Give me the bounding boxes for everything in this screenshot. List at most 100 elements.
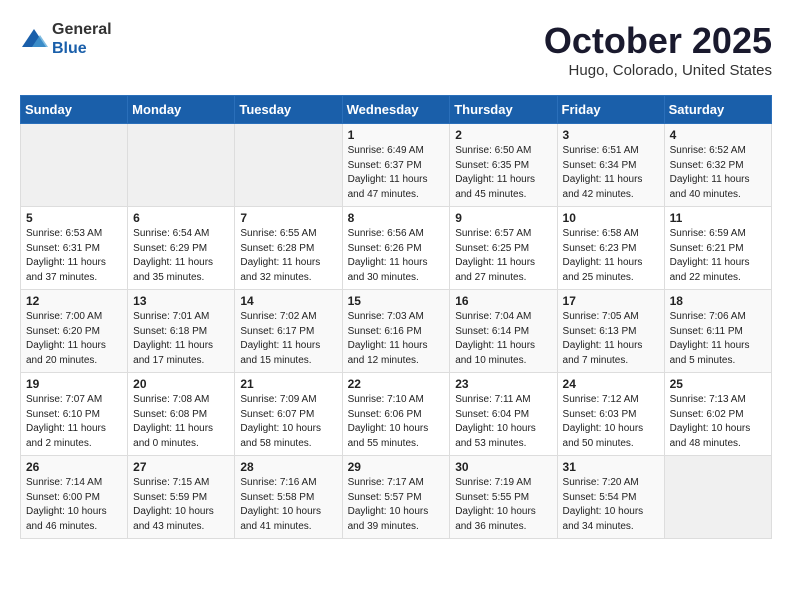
calendar-cell: 27 Sunrise: 7:15 AM Sunset: 5:59 PM Dayli… [128, 456, 235, 539]
logo-blue-text: Blue [52, 40, 87, 57]
day-info: Sunrise: 6:57 AM Sunset: 6:25 PM Dayligh… [455, 227, 551, 285]
calendar-cell: 20 Sunrise: 7:08 AM Sunset: 6:08 PM Dayli… [128, 373, 235, 456]
day-number: 21 [240, 377, 336, 391]
calendar-cell: 3Sunrise: 6:51 AM Sunset: 6:34 PM Daylig… [557, 124, 664, 207]
day-number: 20 [133, 377, 229, 391]
calendar-cell: 5Sunrise: 6:53 AM Sunset: 6:31 PM Daylig… [21, 207, 128, 290]
logo: General Blue [20, 20, 112, 58]
day-info: Sunrise: 7:07 AM Sunset: 6:10 PM Dayligh… [26, 393, 122, 451]
day-info: Sunrise: 6:54 AM Sunset: 6:29 PM Dayligh… [133, 227, 229, 285]
calendar-cell: 31 Sunrise: 7:20 AM Sunset: 5:54 PM Dayli… [557, 456, 664, 539]
day-number: 8 [348, 211, 445, 225]
calendar-cell: 30Sunrise: 7:19 AM Sunset: 5:55 PM Dayli… [450, 456, 557, 539]
calendar-body: 1 Sunrise: 6:49 AM Sunset: 6:37 PM Daylig… [21, 124, 772, 539]
title-area: October 2025 Hugo, Colorado, United Stat… [544, 20, 772, 79]
day-number: 6 [133, 211, 229, 225]
day-info: Sunrise: 7:02 AM Sunset: 6:17 PM Dayligh… [240, 310, 336, 368]
day-number: 2 [455, 128, 551, 142]
weekday-header-saturday: Saturday [664, 96, 771, 124]
calendar-cell: 15Sunrise: 7:03 AM Sunset: 6:16 PM Dayli… [342, 290, 450, 373]
day-number: 25 [670, 377, 766, 391]
day-info: Sunrise: 7:13 AM Sunset: 6:02 PM Dayligh… [670, 393, 766, 451]
day-info: Sunrise: 7:10 AM Sunset: 6:06 PM Dayligh… [348, 393, 445, 451]
day-number: 4 [670, 128, 766, 142]
weekday-header-sunday: Sunday [21, 96, 128, 124]
day-info: Sunrise: 6:52 AM Sunset: 6:32 PM Dayligh… [670, 144, 766, 202]
calendar-week-4: 19 Sunrise: 7:07 AM Sunset: 6:10 PM Dayli… [21, 373, 772, 456]
day-number: 14 [240, 294, 336, 308]
calendar-cell: 12 Sunrise: 7:00 AM Sunset: 6:20 PM Dayli… [21, 290, 128, 373]
day-info: Sunrise: 7:20 AM Sunset: 5:54 PM Dayligh… [563, 476, 659, 534]
calendar-cell: 8 Sunrise: 6:56 AM Sunset: 6:26 PM Daylig… [342, 207, 450, 290]
calendar-cell: 14 Sunrise: 7:02 AM Sunset: 6:17 PM Dayli… [235, 290, 342, 373]
day-number: 3 [563, 128, 659, 142]
day-info: Sunrise: 6:50 AM Sunset: 6:35 PM Dayligh… [455, 144, 551, 202]
day-number: 1 [348, 128, 445, 142]
day-info: Sunrise: 6:55 AM Sunset: 6:28 PM Dayligh… [240, 227, 336, 285]
calendar-cell: 26Sunrise: 7:14 AM Sunset: 6:00 PM Dayli… [21, 456, 128, 539]
day-number: 15 [348, 294, 445, 308]
calendar-cell: 2 Sunrise: 6:50 AM Sunset: 6:35 PM Daylig… [450, 124, 557, 207]
day-info: Sunrise: 7:01 AM Sunset: 6:18 PM Dayligh… [133, 310, 229, 368]
calendar-cell: 10 Sunrise: 6:58 AM Sunset: 6:23 PM Dayli… [557, 207, 664, 290]
day-number: 26 [26, 460, 122, 474]
day-number: 11 [670, 211, 766, 225]
day-info: Sunrise: 7:17 AM Sunset: 5:57 PM Dayligh… [348, 476, 445, 534]
calendar-week-2: 5Sunrise: 6:53 AM Sunset: 6:31 PM Daylig… [21, 207, 772, 290]
calendar-cell: 7 Sunrise: 6:55 AM Sunset: 6:28 PM Daylig… [235, 207, 342, 290]
weekday-header-tuesday: Tuesday [235, 96, 342, 124]
day-info: Sunrise: 7:06 AM Sunset: 6:11 PM Dayligh… [670, 310, 766, 368]
calendar-week-3: 12 Sunrise: 7:00 AM Sunset: 6:20 PM Dayli… [21, 290, 772, 373]
weekday-header-thursday: Thursday [450, 96, 557, 124]
day-number: 13 [133, 294, 229, 308]
calendar-cell [128, 124, 235, 207]
calendar-cell: 28Sunrise: 7:16 AM Sunset: 5:58 PM Dayli… [235, 456, 342, 539]
day-number: 9 [455, 211, 551, 225]
calendar-cell: 9 Sunrise: 6:57 AM Sunset: 6:25 PM Daylig… [450, 207, 557, 290]
calendar-cell: 21 Sunrise: 7:09 AM Sunset: 6:07 PM Dayli… [235, 373, 342, 456]
weekday-header-friday: Friday [557, 96, 664, 124]
day-number: 17 [563, 294, 659, 308]
calendar-cell: 29 Sunrise: 7:17 AM Sunset: 5:57 PM Dayli… [342, 456, 450, 539]
day-number: 19 [26, 377, 122, 391]
day-info: Sunrise: 7:08 AM Sunset: 6:08 PM Dayligh… [133, 393, 229, 451]
day-number: 27 [133, 460, 229, 474]
day-number: 31 [563, 460, 659, 474]
calendar-week-5: 26Sunrise: 7:14 AM Sunset: 6:00 PM Dayli… [21, 456, 772, 539]
calendar-cell: 6 Sunrise: 6:54 AM Sunset: 6:29 PM Daylig… [128, 207, 235, 290]
calendar-cell: 22 Sunrise: 7:10 AM Sunset: 6:06 PM Dayli… [342, 373, 450, 456]
day-number: 30 [455, 460, 551, 474]
day-number: 29 [348, 460, 445, 474]
location: Hugo, Colorado, United States [544, 62, 772, 79]
day-info: Sunrise: 7:11 AM Sunset: 6:04 PM Dayligh… [455, 393, 551, 451]
day-number: 7 [240, 211, 336, 225]
day-info: Sunrise: 7:12 AM Sunset: 6:03 PM Dayligh… [563, 393, 659, 451]
day-number: 28 [240, 460, 336, 474]
calendar-cell: 17Sunrise: 7:05 AM Sunset: 6:13 PM Dayli… [557, 290, 664, 373]
month-title: October 2025 [544, 20, 772, 62]
calendar-cell: 24Sunrise: 7:12 AM Sunset: 6:03 PM Dayli… [557, 373, 664, 456]
weekday-header-wednesday: Wednesday [342, 96, 450, 124]
day-number: 12 [26, 294, 122, 308]
calendar-table: SundayMondayTuesdayWednesdayThursdayFrid… [20, 95, 772, 539]
day-info: Sunrise: 6:58 AM Sunset: 6:23 PM Dayligh… [563, 227, 659, 285]
weekday-header-monday: Monday [128, 96, 235, 124]
calendar-cell: 19 Sunrise: 7:07 AM Sunset: 6:10 PM Dayli… [21, 373, 128, 456]
day-info: Sunrise: 7:00 AM Sunset: 6:20 PM Dayligh… [26, 310, 122, 368]
calendar-cell: 23Sunrise: 7:11 AM Sunset: 6:04 PM Dayli… [450, 373, 557, 456]
day-number: 16 [455, 294, 551, 308]
day-info: Sunrise: 6:56 AM Sunset: 6:26 PM Dayligh… [348, 227, 445, 285]
logo-general-text: General [52, 21, 112, 38]
day-number: 22 [348, 377, 445, 391]
day-number: 5 [26, 211, 122, 225]
calendar-cell [21, 124, 128, 207]
day-info: Sunrise: 7:15 AM Sunset: 5:59 PM Dayligh… [133, 476, 229, 534]
day-info: Sunrise: 6:49 AM Sunset: 6:37 PM Dayligh… [348, 144, 445, 202]
calendar-cell [664, 456, 771, 539]
calendar-cell: 18Sunrise: 7:06 AM Sunset: 6:11 PM Dayli… [664, 290, 771, 373]
calendar-cell: 1 Sunrise: 6:49 AM Sunset: 6:37 PM Daylig… [342, 124, 450, 207]
day-number: 10 [563, 211, 659, 225]
day-info: Sunrise: 7:09 AM Sunset: 6:07 PM Dayligh… [240, 393, 336, 451]
calendar-cell: 16Sunrise: 7:04 AM Sunset: 6:14 PM Dayli… [450, 290, 557, 373]
calendar-cell: 4 Sunrise: 6:52 AM Sunset: 6:32 PM Daylig… [664, 124, 771, 207]
